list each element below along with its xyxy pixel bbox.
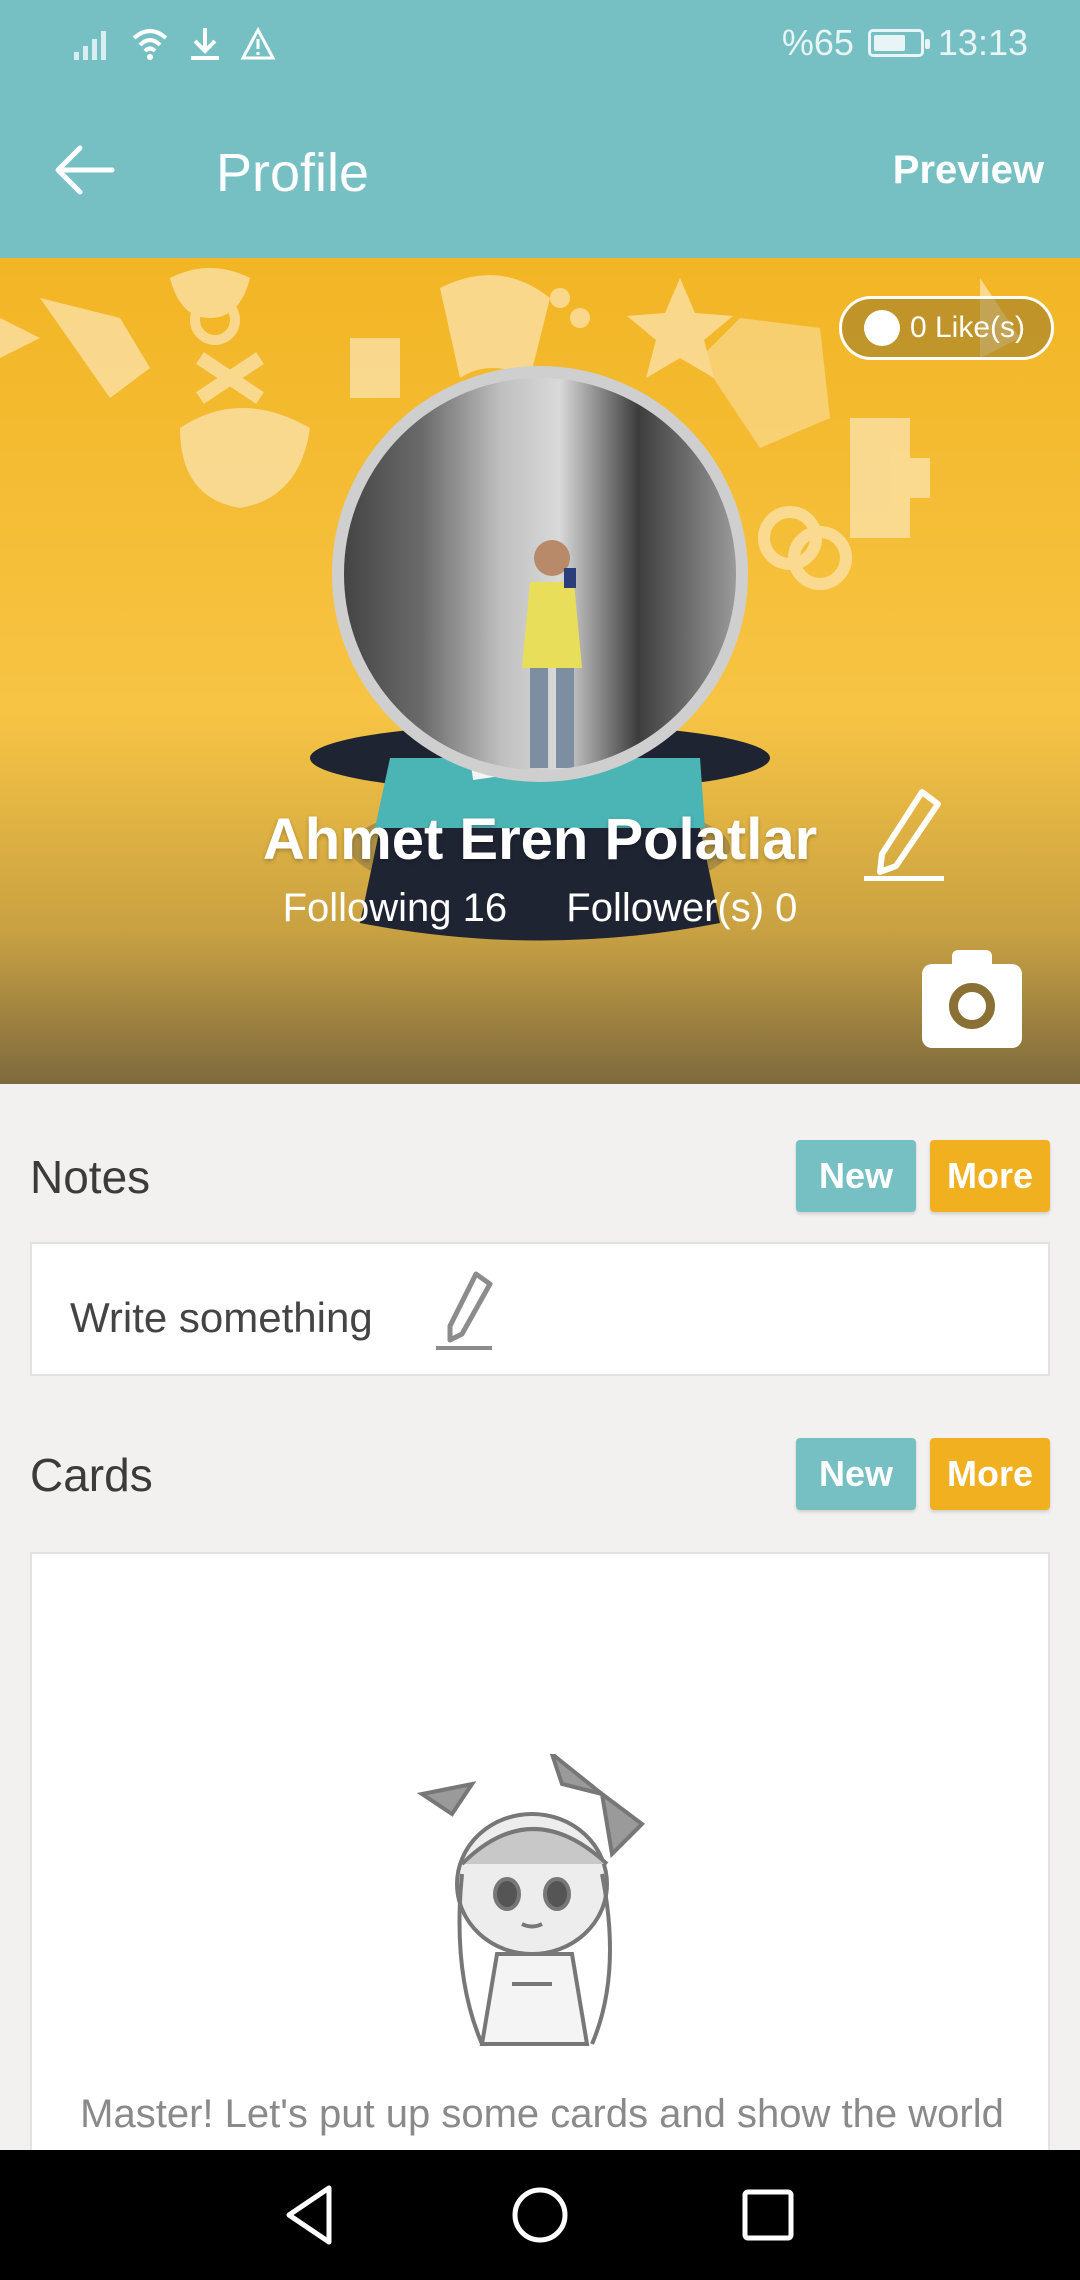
clock: 13:13 <box>937 22 1028 63</box>
likes-badge[interactable]: 0 Like(s) <box>838 296 1054 360</box>
pencil-icon <box>436 1271 493 1350</box>
download-icon <box>191 28 219 60</box>
edit-name-pencil-icon[interactable] <box>862 786 946 886</box>
cards-empty-text: Master! Let's put up some cards and show… <box>80 2092 1004 2136</box>
likes-count: 0 Like(s) <box>909 311 1025 344</box>
system-nav-bar <box>0 2150 1080 2280</box>
following-count[interactable]: Following 16 <box>283 886 508 930</box>
signal-icon <box>74 31 106 60</box>
battery-icon <box>867 29 930 57</box>
back-triangle-icon[interactable] <box>275 2180 345 2250</box>
warning-icon <box>240 27 276 60</box>
battery-percent: %65 <box>781 22 854 63</box>
cards-new-button[interactable]: New <box>796 1438 916 1510</box>
wifi-icon <box>132 29 168 60</box>
cards-more-button[interactable]: More <box>930 1438 1050 1510</box>
notes-title: Notes <box>30 1151 151 1203</box>
cards-title: Cards <box>30 1449 153 1501</box>
status-icons-left <box>72 26 276 62</box>
page-title: Profile <box>216 143 370 203</box>
app-bar: Profile Preview <box>0 90 1080 258</box>
arrow-left-icon <box>55 145 115 195</box>
back-button[interactable] <box>44 130 124 210</box>
profile-header: 0 Like(s) Ahmet Eren Polatlar Following … <box>0 258 1080 1084</box>
cards-empty-state: Master! Let's put up some cards and show… <box>30 1552 1050 2152</box>
smiley-icon <box>863 310 900 346</box>
camera-icon <box>949 983 995 1029</box>
followers-count[interactable]: Follower(s) 0 <box>566 886 797 930</box>
home-circle-icon[interactable] <box>505 2180 575 2250</box>
notes-header: Notes New More <box>30 1140 1050 1212</box>
follow-stats: Following 16 Follower(s) 0 <box>0 886 1080 931</box>
camera-button[interactable] <box>922 950 1022 1048</box>
notes-more-button[interactable]: More <box>930 1140 1050 1212</box>
write-note-placeholder: Write something <box>70 1294 373 1341</box>
cards-header: Cards New More <box>30 1438 1050 1510</box>
avatar[interactable] <box>332 366 748 782</box>
status-bar: %65 13:13 <box>0 0 1080 90</box>
recents-square-icon[interactable] <box>733 2180 803 2250</box>
status-icons-right: %65 13:13 <box>782 22 1028 64</box>
profile-photo <box>522 540 582 768</box>
preview-button[interactable]: Preview <box>893 148 1044 193</box>
write-note-card[interactable]: Write something <box>30 1242 1050 1376</box>
mascot-illustration-icon <box>416 1754 646 2046</box>
notes-new-button[interactable]: New <box>796 1140 916 1212</box>
